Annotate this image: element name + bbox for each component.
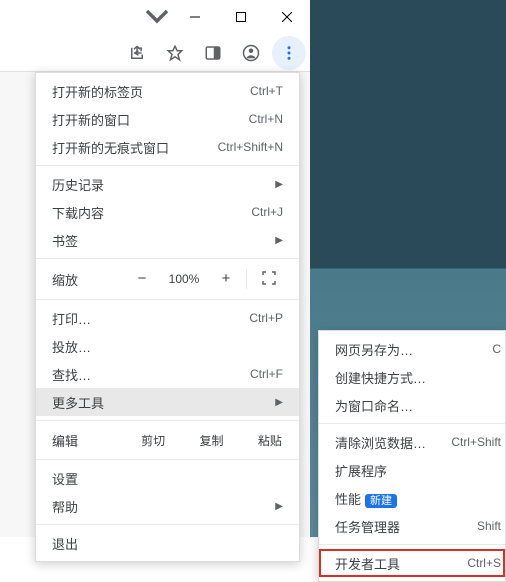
- menu-shortcut: Ctrl+Shift+N: [218, 140, 283, 154]
- zoom-label: 缩放: [52, 270, 124, 289]
- submenu-clear-data[interactable]: 清除浏览数据… Ctrl+Shift: [319, 428, 505, 456]
- menu-history[interactable]: 历史记录 ▶: [36, 170, 299, 198]
- submenu-task-manager[interactable]: 任务管理器 Shift: [319, 512, 505, 540]
- menu-cast[interactable]: 投放…: [36, 332, 299, 360]
- window-titlebar: [0, 0, 310, 34]
- bookmark-star-icon[interactable]: [158, 36, 192, 70]
- submenu-extensions[interactable]: 扩展程序: [319, 456, 505, 484]
- menu-label: 更多工具: [52, 393, 104, 412]
- fullscreen-button[interactable]: [249, 271, 289, 288]
- menu-label: 打印…: [52, 309, 91, 328]
- submenu-save-page[interactable]: 网页另存为… C: [319, 335, 505, 363]
- menu-edit-row: 编辑 剪切 复制 粘贴: [36, 425, 299, 455]
- menu-label: 打开新的窗口: [52, 110, 130, 129]
- menu-downloads[interactable]: 下载内容 Ctrl+J: [36, 198, 299, 226]
- menu-zoom-row: 缩放 − 100% +: [36, 263, 299, 295]
- menu-separator: [319, 544, 505, 545]
- menu-shortcut: Ctrl+F: [250, 367, 283, 381]
- submenu-developer-tools[interactable]: 开发者工具 Ctrl+S: [319, 549, 505, 577]
- side-panel-icon[interactable]: [196, 36, 230, 70]
- menu-label: 书签: [52, 231, 78, 250]
- menu-new-tab[interactable]: 打开新的标签页 Ctrl+T: [36, 77, 299, 105]
- menu-label: 下载内容: [52, 203, 104, 222]
- close-button[interactable]: [264, 0, 310, 34]
- profile-avatar-icon[interactable]: [234, 36, 268, 70]
- menu-label: 退出: [52, 534, 78, 553]
- share-icon[interactable]: [120, 36, 154, 70]
- menu-label: 查找…: [52, 365, 91, 384]
- menu-separator: [36, 165, 299, 166]
- submenu-shortcut: Ctrl+S: [467, 556, 501, 570]
- edit-label: 编辑: [52, 431, 124, 450]
- submenu-label: 扩展程序: [335, 461, 387, 480]
- menu-new-window[interactable]: 打开新的窗口 Ctrl+N: [36, 105, 299, 133]
- submenu-arrow-icon: ▶: [275, 501, 283, 512]
- submenu-label: 清除浏览数据…: [335, 433, 426, 452]
- menu-separator: [319, 423, 505, 424]
- menu-exit[interactable]: 退出: [36, 529, 299, 557]
- paste-button[interactable]: 粘贴: [241, 432, 299, 449]
- submenu-arrow-icon: ▶: [275, 235, 283, 246]
- submenu-label: 为窗口命名…: [335, 396, 413, 415]
- submenu-shortcut: Ctrl+Shift: [451, 435, 501, 449]
- submenu-label: 网页另存为…: [335, 340, 413, 359]
- submenu-arrow-icon: ▶: [275, 179, 283, 190]
- submenu-performance[interactable]: 性能新建: [319, 484, 505, 512]
- menu-settings[interactable]: 设置: [36, 464, 299, 492]
- menu-label: 历史记录: [52, 175, 104, 194]
- submenu-name-window[interactable]: 为窗口命名…: [319, 391, 505, 419]
- submenu-arrow-icon: ▶: [275, 397, 283, 408]
- submenu-shortcut: C: [492, 342, 501, 356]
- browser-toolbar: [0, 34, 310, 72]
- more-tools-submenu: 网页另存为… C 创建快捷方式… 为窗口命名… 清除浏览数据… Ctrl+Shi…: [318, 330, 506, 582]
- zoom-value: 100%: [160, 272, 208, 286]
- menu-shortcut: Ctrl+T: [250, 84, 283, 98]
- submenu-label: 开发者工具: [335, 554, 400, 573]
- new-badge: 新建: [365, 494, 397, 508]
- submenu-create-shortcut[interactable]: 创建快捷方式…: [319, 363, 505, 391]
- submenu-label: 创建快捷方式…: [335, 368, 426, 387]
- submenu-shortcut: Shift: [477, 519, 501, 533]
- menu-separator: [36, 420, 299, 421]
- menu-new-incognito[interactable]: 打开新的无痕式窗口 Ctrl+Shift+N: [36, 133, 299, 161]
- menu-label: 打开新的标签页: [52, 82, 143, 101]
- cut-button[interactable]: 剪切: [124, 432, 182, 449]
- menu-find[interactable]: 查找… Ctrl+F: [36, 360, 299, 388]
- main-menu-icon[interactable]: [272, 36, 306, 70]
- minimize-button[interactable]: [172, 0, 218, 34]
- menu-bookmarks[interactable]: 书签 ▶: [36, 226, 299, 254]
- submenu-label: 任务管理器: [335, 517, 400, 536]
- zoom-in-button[interactable]: +: [208, 265, 244, 293]
- menu-label: 打开新的无痕式窗口: [52, 138, 169, 157]
- menu-separator: [36, 524, 299, 525]
- menu-shortcut: Ctrl+J: [251, 205, 283, 219]
- zoom-separator: [246, 269, 247, 289]
- menu-label: 帮助: [52, 497, 78, 516]
- main-menu: 打开新的标签页 Ctrl+T 打开新的窗口 Ctrl+N 打开新的无痕式窗口 C…: [35, 72, 300, 562]
- menu-separator: [36, 459, 299, 460]
- zoom-out-button[interactable]: −: [124, 265, 160, 293]
- maximize-button[interactable]: [218, 0, 264, 34]
- tab-dropdown-icon[interactable]: [142, 1, 172, 34]
- menu-print[interactable]: 打印… Ctrl+P: [36, 304, 299, 332]
- menu-label: 投放…: [52, 337, 91, 356]
- menu-more-tools[interactable]: 更多工具 ▶: [36, 388, 299, 416]
- submenu-label: 性能新建: [335, 489, 397, 508]
- menu-shortcut: Ctrl+P: [249, 311, 283, 325]
- menu-label: 设置: [52, 469, 78, 488]
- menu-separator: [36, 299, 299, 300]
- menu-help[interactable]: 帮助 ▶: [36, 492, 299, 520]
- copy-button[interactable]: 复制: [182, 432, 240, 449]
- menu-separator: [36, 258, 299, 259]
- menu-shortcut: Ctrl+N: [249, 112, 283, 126]
